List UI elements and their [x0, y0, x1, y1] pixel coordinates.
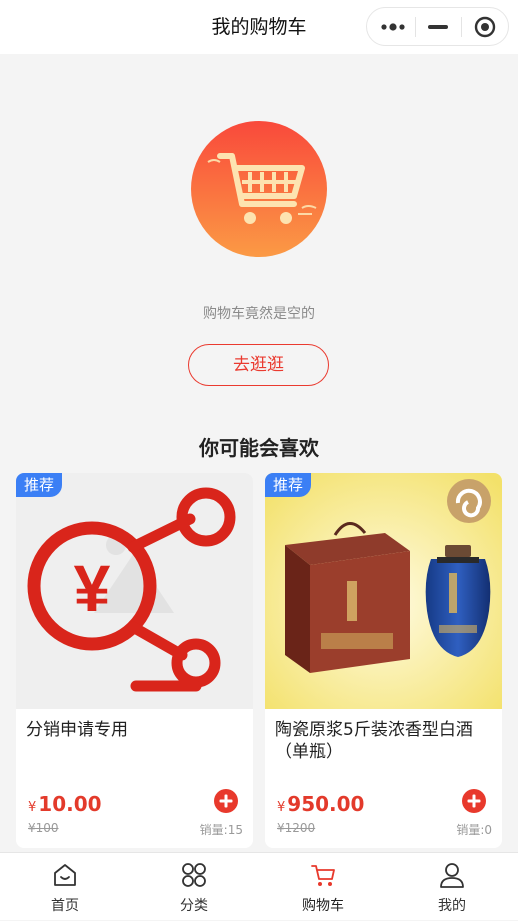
original-price: ¥1200 — [277, 821, 316, 835]
tab-profile[interactable]: 我的 — [387, 853, 517, 921]
currency-symbol: ¥ — [28, 800, 37, 815]
original-price: ¥100 — [28, 821, 59, 835]
add-to-cart-icon[interactable] — [462, 789, 486, 813]
product-card[interactable]: ¥ 推荐 分销申请专用 ¥10.00 ¥100 销量:15 — [16, 473, 253, 848]
currency-symbol: ¥ — [277, 800, 286, 815]
distribution-share-icon: ¥ — [16, 473, 253, 709]
price-value: 10.00 — [38, 792, 102, 816]
minimize-icon[interactable] — [415, 8, 461, 45]
brand-logo — [447, 479, 491, 523]
user-icon — [438, 861, 466, 889]
svg-text:¥: ¥ — [74, 551, 111, 625]
cart-icon — [309, 861, 337, 889]
tab-label: 我的 — [438, 898, 466, 914]
tab-home[interactable]: 首页 — [0, 853, 130, 921]
home-icon — [51, 861, 79, 889]
product-name: 陶瓷原浆5斤装浓香型白酒（单瓶） — [275, 720, 473, 762]
tab-label: 购物车 — [302, 898, 344, 914]
product-price: ¥950.00 — [277, 791, 364, 821]
empty-cart-message: 购物车竟然是空的 — [203, 306, 315, 322]
add-to-cart-icon[interactable] — [214, 789, 238, 813]
recommend-heading: 你可能会喜欢 — [199, 436, 319, 460]
target-circle-icon[interactable] — [461, 8, 509, 45]
tab-label: 分类 — [180, 898, 208, 914]
more-dots-icon[interactable] — [367, 8, 419, 45]
shopping-cart-icon — [190, 120, 328, 258]
category-grid-icon — [180, 861, 208, 889]
recommend-badge: 推荐 — [265, 473, 312, 497]
tab-category[interactable]: 分类 — [129, 853, 259, 921]
product-name: 分销申请专用 — [26, 720, 128, 740]
sales-count: 销量:15 — [199, 823, 243, 837]
sales-count: 销量:0 — [456, 823, 492, 837]
go-shopping-button[interactable]: 去逛逛 — [188, 344, 329, 386]
bottom-tab-bar: 首页 分类 购物车 我的 — [0, 852, 518, 920]
liquor-product-image — [265, 473, 502, 709]
mini-program-capsule — [366, 7, 509, 46]
tab-cart[interactable]: 购物车 — [258, 853, 388, 921]
navigation-bar: 我的购物车 — [0, 0, 518, 54]
tab-label: 首页 — [51, 898, 79, 914]
product-price: ¥10.00 — [28, 791, 102, 821]
product-card[interactable]: 推荐 陶瓷原浆5斤装浓香型白酒（单瓶） ¥950.00 ¥1200 销量:0 — [265, 473, 502, 848]
recommend-badge: 推荐 — [16, 473, 63, 497]
price-value: 950.00 — [287, 792, 365, 816]
